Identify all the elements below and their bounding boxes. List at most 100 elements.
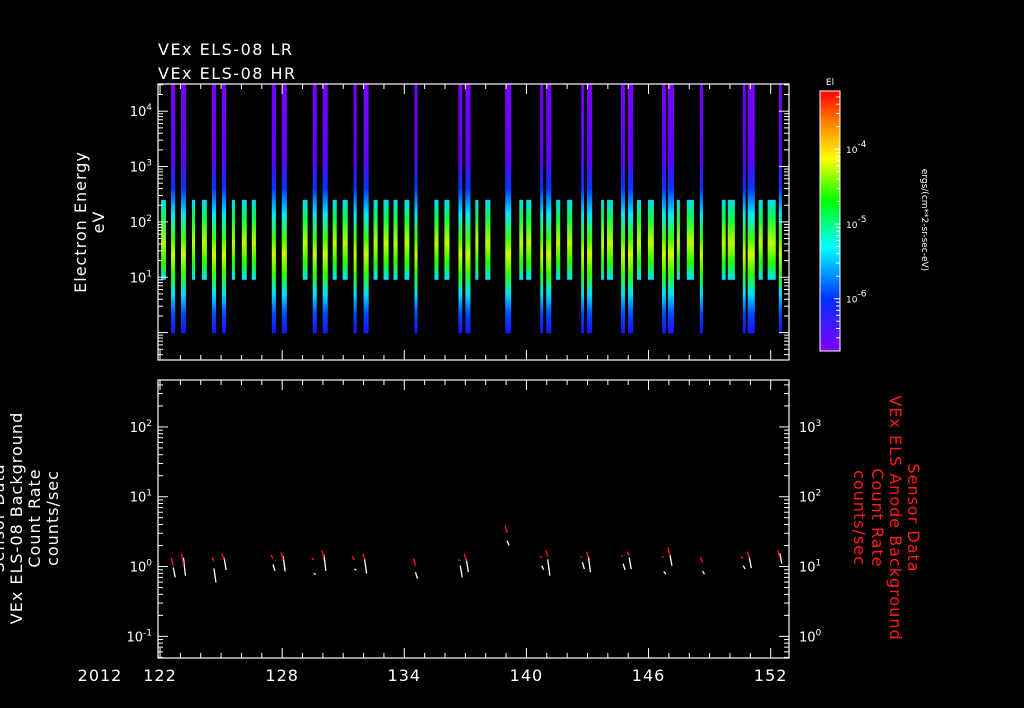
spectrogram-bar-narrow: [404, 199, 410, 280]
els08-background-point: [748, 557, 752, 569]
anode-ylabel-line3: Count Rate: [868, 468, 887, 567]
spectrogram-bar-narrow: [373, 199, 378, 280]
spectrogram-bar-wide: [699, 84, 703, 334]
els08-background-point: [628, 557, 632, 570]
els08-background-point: [587, 557, 592, 573]
els08-background-point: [459, 565, 463, 578]
panel-title-hr: VEx ELS-08 HR: [158, 64, 297, 83]
spectrogram-bar-narrow: [567, 199, 573, 280]
colorbar-units: ergs/(cm**2-sr-sec-eV): [919, 169, 929, 271]
spectrogram-bar-wide: [667, 84, 674, 334]
spectrogram-bar-narrow: [758, 199, 763, 280]
spectrogram-bar-narrow: [161, 199, 166, 280]
spectrogram-bar-wide: [171, 84, 176, 334]
spectrogram-bar-wide: [271, 84, 276, 334]
els08-background-point: [363, 559, 368, 574]
spectrogram-bar-wide: [742, 84, 746, 334]
anode-background-point: [504, 525, 508, 533]
count-y-tick-label: 10-1: [126, 628, 152, 645]
anode-ylabel-line4: counts/sec: [850, 470, 869, 566]
spectrogram-bar-wide: [661, 84, 666, 334]
colorbar: [819, 90, 841, 352]
anode-ylabel-line1: Sensor Data: [904, 463, 923, 572]
spectrogram-bar-wide: [505, 84, 512, 334]
els08-background-point: [547, 559, 551, 576]
spectrogram-bar-narrow: [647, 199, 654, 280]
spectrogram-bar-wide: [778, 84, 782, 334]
anode-background-point: [280, 552, 284, 561]
spectrogram-bar-narrow: [434, 199, 439, 280]
anode-background-point: [270, 554, 274, 559]
anode-background-point: [311, 557, 315, 561]
x-tick-label: 140: [510, 666, 544, 685]
energy-ylabel: Electron Energy: [71, 151, 90, 293]
anode-background-point: [412, 558, 417, 566]
spectrogram-bar-wide: [581, 84, 585, 334]
colorbar-label: El: [826, 78, 834, 88]
spectrogram-bar-wide: [465, 84, 471, 334]
spectrogram-bar-wide: [221, 84, 226, 334]
spectrogram-bar-wide: [627, 84, 634, 334]
anode-background-point: [539, 555, 542, 559]
anode-background-point: [580, 555, 583, 559]
els08-background-point: [506, 540, 510, 546]
spectrogram-bar-wide: [181, 84, 186, 334]
spectrogram-bar-narrow: [231, 199, 235, 280]
anode-background-point: [545, 550, 549, 557]
spectrogram-bar-wide: [281, 84, 287, 334]
spectrogram-bar-wide: [363, 84, 369, 334]
spectrogram-bar-wide: [540, 84, 544, 334]
spectrogram-bar-wide: [312, 84, 317, 334]
energy-y-tick-label: 103: [130, 159, 152, 176]
spectrogram-bar-narrow: [636, 199, 642, 280]
spectrogram-bar-wide: [353, 84, 357, 334]
panel-title-lr: VEx ELS-08 LR: [158, 40, 294, 59]
els08-background-point: [742, 565, 746, 570]
spectrogram-bar-narrow: [721, 199, 726, 280]
spectrogram-bar-wide: [458, 84, 463, 334]
anode-background-point: [321, 550, 325, 558]
els08-background-point: [313, 572, 317, 576]
spectrogram-bar-narrow: [383, 199, 389, 280]
spectrogram-bar-narrow: [767, 199, 776, 280]
count-y-tick-label: 102: [130, 419, 152, 436]
anode-background-point: [740, 556, 744, 560]
spectrogram-bar-narrow: [302, 199, 308, 280]
anode-background-point: [463, 553, 467, 562]
anode-background-point: [585, 551, 590, 558]
count-y-tick-label: 100: [130, 559, 153, 576]
spectrogram-bar-wide: [322, 84, 328, 334]
spectrogram-bar-narrow: [332, 199, 337, 280]
els08-background-point: [414, 572, 419, 579]
els08-background-point: [779, 553, 783, 564]
anode-background-point: [351, 556, 355, 561]
anode-background-point: [667, 546, 671, 556]
count-right-y-tick-label: 102: [799, 489, 821, 506]
spectrogram-bar-narrow: [601, 199, 604, 280]
els08-background-point: [581, 562, 586, 570]
spectrogram-bar-narrow: [201, 199, 207, 280]
spectrogram-bar-narrow: [251, 199, 256, 280]
spectrogram-bar-narrow: [342, 199, 348, 280]
els08-background-point: [465, 559, 470, 573]
bg-ylabel-line4: counts/sec: [43, 470, 62, 566]
year-label: 2012: [78, 666, 123, 685]
spectrogram-bar-narrow: [676, 199, 680, 280]
bg-ylabel-line2: VEx ELS-08 Background: [7, 412, 26, 624]
spectrogram-bar-narrow: [485, 199, 491, 280]
anode-background-point: [746, 551, 750, 558]
els08-background-point: [354, 568, 357, 571]
anode-background-point: [211, 557, 215, 562]
els08-background-point: [622, 563, 626, 571]
els08-background-point: [663, 571, 667, 575]
anode-background-point: [699, 556, 704, 564]
anode-background-point: [661, 555, 665, 559]
x-tick-label: 122: [143, 666, 177, 685]
anode-background-point: [221, 553, 225, 561]
anode-background-point: [620, 554, 624, 557]
spectrogram-bar-wide: [211, 84, 217, 334]
x-tick-label: 152: [754, 666, 788, 685]
energy-y-tick-label: 104: [130, 103, 153, 120]
spectrogram-bar-wide: [747, 84, 755, 334]
x-tick-label: 134: [388, 666, 422, 685]
